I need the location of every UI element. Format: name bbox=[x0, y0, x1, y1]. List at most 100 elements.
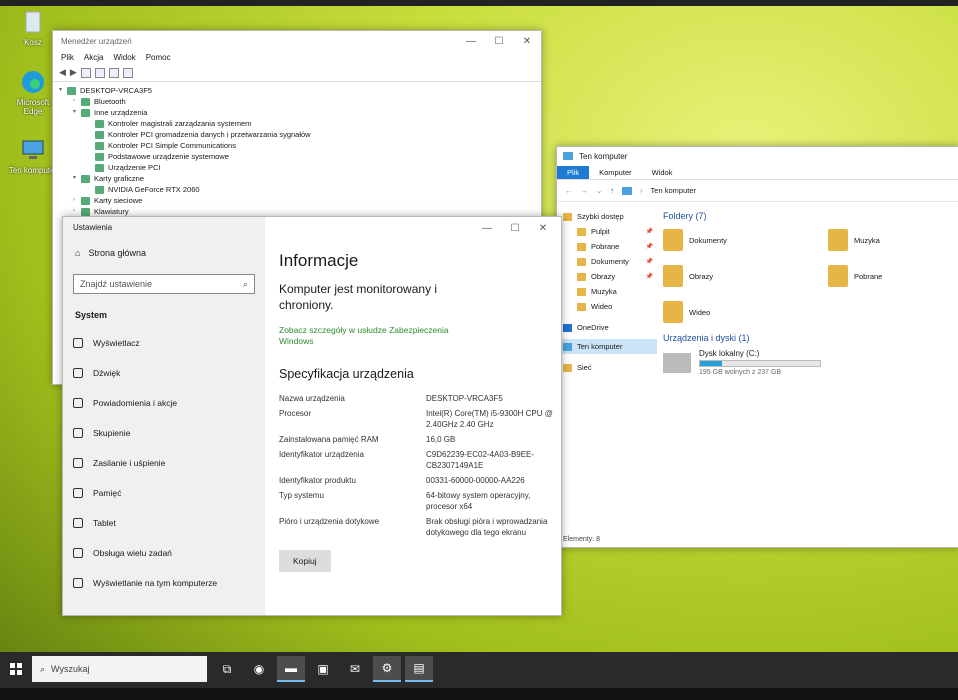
forward-arrow-icon[interactable]: → bbox=[581, 186, 589, 195]
expand-toggle-icon[interactable]: › bbox=[73, 195, 81, 206]
maximize-button[interactable]: ☐ bbox=[485, 36, 513, 47]
search-placeholder: Znajdź ustawienie bbox=[80, 279, 153, 289]
settings-nav-item[interactable]: Tablet bbox=[63, 508, 265, 538]
protection-status: Komputer jest monitorowany i chroniony. bbox=[279, 282, 438, 312]
settings-nav-item[interactable]: Pamięć bbox=[63, 478, 265, 508]
tree-node[interactable]: ▾ DESKTOP-VRCA3F5 bbox=[59, 85, 535, 96]
search-icon: ⌕ bbox=[40, 663, 46, 674]
expand-toggle-icon[interactable]: ▾ bbox=[73, 107, 81, 118]
back-icon[interactable]: ◀ bbox=[59, 67, 66, 78]
menu-view[interactable]: Widok bbox=[113, 53, 135, 62]
folder-item[interactable]: Wideo bbox=[663, 299, 828, 325]
settings-nav-item[interactable]: Dźwięk bbox=[63, 358, 265, 388]
taskbar-search[interactable]: ⌕ Wyszukaj bbox=[32, 656, 207, 682]
nav-pane-item[interactable]: Szybki dostęp bbox=[557, 209, 657, 224]
folders-group-header[interactable]: Foldery (7) bbox=[663, 211, 958, 221]
expand-toggle-icon[interactable]: ▾ bbox=[59, 85, 67, 96]
tree-node[interactable]: NVIDIA GeForce RTX 2060 bbox=[59, 184, 535, 195]
update-driver-icon[interactable] bbox=[108, 67, 119, 78]
mail-icon[interactable]: ✉ bbox=[341, 656, 369, 682]
recycle-bin-icon bbox=[18, 8, 48, 36]
file-explorer-icon[interactable]: ▬ bbox=[277, 656, 305, 682]
tree-node[interactable]: Kontroler PCI gromadzenia danych i przet… bbox=[59, 129, 535, 140]
scan-hardware-icon[interactable] bbox=[122, 67, 133, 78]
tree-node[interactable]: ▾ Inne urządzenia bbox=[59, 107, 535, 118]
nav-pane-item[interactable]: Muzyka bbox=[557, 284, 657, 299]
spec-label: Identyfikator urządzenia bbox=[279, 450, 364, 459]
recent-dropdown-icon[interactable]: ⌄ bbox=[596, 186, 602, 195]
drives-group-header[interactable]: Urządzenia i dyski (1) bbox=[663, 333, 958, 343]
ribbon-tabs: Plik Komputer Widok bbox=[557, 165, 958, 180]
taskbar-apps: ⧉ ◉ ▬ ▣ ✉ ⚙ ▤ bbox=[213, 656, 433, 682]
settings-nav-item[interactable]: Skupienie bbox=[63, 418, 265, 448]
folder-item[interactable]: Obrazy bbox=[663, 263, 828, 289]
menu-help[interactable]: Pomoc bbox=[146, 53, 171, 62]
menu-file[interactable]: Plik bbox=[61, 53, 74, 62]
folder-item[interactable]: Muzyka bbox=[828, 227, 948, 253]
ribbon-tab-view[interactable]: Widok bbox=[642, 166, 683, 179]
nav-pane-item[interactable]: Dokumenty 📌 bbox=[557, 254, 657, 269]
desktop-icon-edge[interactable]: Microsoft Edge bbox=[8, 68, 58, 116]
close-button[interactable]: ✕ bbox=[513, 36, 541, 47]
folder-item[interactable]: Pobrane bbox=[828, 263, 948, 289]
nav-pane-item[interactable]: Sieć bbox=[557, 360, 657, 375]
settings-nav-item[interactable]: Zasilanie i uśpienie bbox=[63, 448, 265, 478]
up-arrow-icon[interactable]: ↑ bbox=[610, 186, 614, 195]
desktop-icon-recycle-bin[interactable]: Kosz bbox=[8, 8, 58, 47]
tree-node[interactable]: › Karty sieciowe bbox=[59, 195, 535, 206]
tree-node[interactable]: Podstawowe urządzenie systemowe bbox=[59, 151, 535, 162]
tree-node[interactable]: Urządzenie PCI bbox=[59, 162, 535, 173]
tree-node-label: Inne urządzenia bbox=[94, 108, 148, 117]
folder-icon bbox=[577, 242, 586, 251]
settings-nav-item[interactable]: Powiadomienia i akcje bbox=[63, 388, 265, 418]
folder-label: Obrazy bbox=[689, 271, 714, 281]
settings-home-link[interactable]: ⌂ Strona główna bbox=[63, 238, 265, 268]
help-icon[interactable] bbox=[94, 67, 105, 78]
drive-free-space: 195 GB wolnych z 237 GB bbox=[699, 369, 782, 376]
task-view-icon[interactable]: ⧉ bbox=[213, 656, 241, 682]
tree-node[interactable]: Kontroler PCI Simple Communications bbox=[59, 140, 535, 151]
store-icon[interactable]: ▣ bbox=[309, 656, 337, 682]
nav-item-label: Wyświetlanie na tym komputerze bbox=[93, 578, 218, 588]
expand-toggle-icon[interactable]: › bbox=[73, 96, 81, 107]
device-icon bbox=[95, 130, 104, 139]
properties-icon[interactable] bbox=[80, 67, 91, 78]
nav-pane-item[interactable]: Obrazy 📌 bbox=[557, 269, 657, 284]
settings-nav-item[interactable]: Obsługa wielu zadań bbox=[63, 538, 265, 568]
nav-pane-item[interactable]: Pobrane 📌 bbox=[557, 239, 657, 254]
copy-button[interactable]: Kopiuj bbox=[279, 550, 331, 572]
tree-node[interactable]: Kontroler magistrali zarządzania systeme… bbox=[59, 118, 535, 129]
address-bar[interactable]: ← → ⌄ ↑ › Ten komputer bbox=[557, 180, 958, 202]
settings-search-input[interactable]: Znajdź ustawienie ⌕ bbox=[73, 274, 255, 294]
nav-pane-label: Pobrane bbox=[591, 242, 620, 251]
nav-pane-item[interactable]: Pulpit 📌 bbox=[557, 224, 657, 239]
minimize-button[interactable]: — bbox=[473, 223, 501, 234]
nav-pane-item[interactable]: Wideo bbox=[557, 299, 657, 314]
breadcrumb[interactable]: Ten komputer bbox=[651, 186, 696, 195]
settings-icon[interactable]: ⚙ bbox=[373, 656, 401, 682]
maximize-button[interactable]: ☐ bbox=[501, 223, 529, 234]
forward-icon[interactable]: ▶ bbox=[70, 67, 77, 78]
menu-action[interactable]: Akcja bbox=[84, 53, 104, 62]
security-details-link[interactable]: Zobacz szczegóły w usłudze Zabezpieczeni… bbox=[279, 325, 469, 347]
nav-pane-item[interactable]: Ten komputer bbox=[557, 339, 657, 354]
settings-nav-item[interactable]: Wyświetlanie na tym komputerze bbox=[63, 568, 265, 598]
tree-node[interactable]: › Bluetooth bbox=[59, 96, 535, 107]
settings-nav-item[interactable]: Wyświetlacz bbox=[63, 328, 265, 358]
nav-pane-item[interactable]: OneDrive bbox=[557, 320, 657, 335]
folder-item[interactable]: Dokumenty bbox=[663, 227, 828, 253]
close-button[interactable]: ✕ bbox=[529, 223, 557, 234]
ribbon-tab-file[interactable]: Plik bbox=[557, 166, 590, 179]
tree-node[interactable]: ▾ Karty graficzne bbox=[59, 173, 535, 184]
search-placeholder: Wyszukaj bbox=[51, 664, 90, 674]
desktop-icon-this-pc[interactable]: Ten komputer bbox=[8, 136, 58, 175]
drive-item[interactable]: Dysk lokalny (C:) 195 GB wolnych z 237 G… bbox=[663, 349, 958, 376]
back-arrow-icon[interactable]: ← bbox=[565, 186, 573, 195]
expand-toggle-icon[interactable]: ▾ bbox=[73, 173, 81, 184]
ribbon-tab-computer[interactable]: Komputer bbox=[589, 166, 642, 179]
start-button[interactable] bbox=[0, 656, 32, 682]
device-spec-heading: Specyfikacja urządzenia bbox=[279, 367, 414, 381]
device-manager-icon[interactable]: ▤ bbox=[405, 656, 433, 682]
minimize-button[interactable]: — bbox=[457, 36, 485, 47]
edge-icon[interactable]: ◉ bbox=[245, 656, 273, 682]
